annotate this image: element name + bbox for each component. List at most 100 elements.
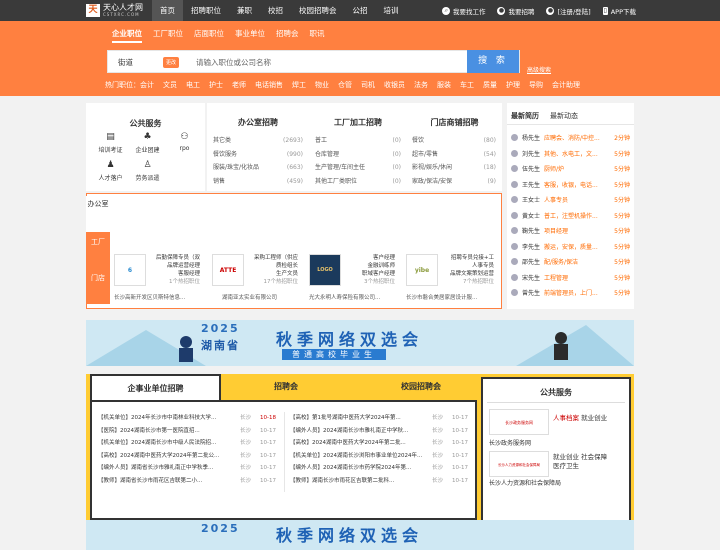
- tab-latest-resumes[interactable]: 最新简历: [511, 111, 539, 121]
- hot-item[interactable]: 车工: [460, 80, 474, 90]
- service-caption[interactable]: 长沙政务服务网: [489, 438, 531, 447]
- service-teambuild[interactable]: ♣ 企业团建: [129, 133, 166, 155]
- tab-company-jobs[interactable]: 企业职位: [112, 28, 142, 43]
- site-logo[interactable]: 天 天心人才网 CSTXRC.COM: [86, 3, 143, 18]
- hot-item[interactable]: 焊工: [292, 80, 306, 90]
- list-item[interactable]: 其它类 (2693): [213, 134, 303, 148]
- news-row[interactable]: 【医院】2024湖南长沙市第一医院直招... 长沙 10-17: [98, 425, 276, 438]
- hot-item[interactable]: 护士: [209, 80, 223, 90]
- nav-public[interactable]: 公招: [345, 0, 376, 21]
- tab-latest-news[interactable]: 最新动态: [550, 111, 578, 121]
- hire-link[interactable]: ● 我要招聘: [497, 6, 534, 16]
- list-item[interactable]: 服装/珠宝/化妆品 (663): [213, 161, 303, 175]
- resume-row[interactable]: 鞠先生 项目经理 5分钟: [511, 223, 630, 239]
- hot-item[interactable]: 服装: [437, 80, 451, 90]
- nav-home[interactable]: 首页: [152, 0, 183, 21]
- company-name[interactable]: 湖南亚太实业有限公司: [222, 293, 277, 301]
- list-item[interactable]: 普工 (0): [315, 134, 401, 148]
- login-link[interactable]: ● [注册/登陆]: [546, 6, 591, 16]
- list-item[interactable]: 影视/娱乐/休闲 (18): [412, 161, 496, 175]
- news-row[interactable]: 【机关单位】2024湖南长沙浏阳市事业单位2024年... 长沙 10-17: [290, 450, 468, 463]
- vtab-factory[interactable]: 工厂: [86, 232, 110, 268]
- resume-row[interactable]: 杨先生 应聘会、消防/中控... 2分钟: [511, 130, 630, 146]
- resume-row[interactable]: 王先生 客服，收银，电话... 5分钟: [511, 177, 630, 193]
- hot-item[interactable]: 收银员: [384, 80, 405, 90]
- resume-row[interactable]: 伍先生 厨师/炉 5分钟: [511, 161, 630, 177]
- company-jobs[interactable]: 客户经理 金融训练师 职域客户经理 3个热招职位: [335, 254, 395, 286]
- resume-row[interactable]: 王女士 人事专员 5分钟: [511, 192, 630, 208]
- company-jobs[interactable]: 采购工程师（供应 质检组长 生产文员 17个热招职位: [238, 254, 298, 286]
- news-row[interactable]: 【高校】2024湖南中医药大学2024年第二批公... 长沙 10-17: [98, 450, 276, 463]
- vtab-shop[interactable]: 门店: [86, 268, 110, 304]
- tab-public-unit-jobs[interactable]: 企事业单位招聘: [90, 374, 221, 400]
- hot-item[interactable]: 会计: [140, 80, 154, 90]
- service-logo[interactable]: 长沙人力资源和社会保障局: [489, 451, 549, 477]
- resume-row[interactable]: 黄女士 普工，注塑机操作... 5分钟: [511, 208, 630, 224]
- resume-row[interactable]: 邵先生 配/服务/保洁 5分钟: [511, 254, 630, 270]
- hot-item[interactable]: 会计助理: [552, 80, 580, 90]
- list-item[interactable]: 家政/保洁/安保 (9): [412, 175, 496, 189]
- hot-item[interactable]: 仓管: [338, 80, 352, 90]
- list-item[interactable]: 其他工厂类职位 (0): [315, 175, 401, 189]
- service-dispatch[interactable]: ♙ 劳务派遣: [129, 161, 166, 183]
- hot-item[interactable]: 电工: [186, 80, 200, 90]
- search-button[interactable]: 搜 索: [467, 50, 519, 73]
- hot-item[interactable]: 文员: [163, 80, 177, 90]
- service-rpo[interactable]: ⚇ rpo: [166, 133, 203, 154]
- hot-item[interactable]: 护理: [506, 80, 520, 90]
- hot-item[interactable]: 导购: [529, 80, 543, 90]
- list-item[interactable]: 销售 (459): [213, 175, 303, 189]
- news-row[interactable]: 【编外人员】2024湖南长沙市雅礼南正中学秋... 长沙 10-17: [290, 425, 468, 438]
- service-tag[interactable]: 就业创业: [553, 453, 579, 461]
- search-input[interactable]: 请输入职位或公司名称: [196, 57, 271, 68]
- news-row[interactable]: 【教师】湖南长沙市雨花区吉联第二批科... 长沙 10-17: [290, 475, 468, 488]
- company-name[interactable]: 长沙高新开发区贝斯特信息...: [114, 293, 185, 301]
- tab-shop-jobs[interactable]: 店面职位: [194, 28, 224, 43]
- tab-public-units[interactable]: 事业单位: [235, 28, 265, 43]
- list-item[interactable]: 餐饮服务 (990): [213, 148, 303, 162]
- service-tag[interactable]: 医疗卫生: [553, 462, 579, 470]
- service-logo[interactable]: 长沙政务服务网: [489, 409, 549, 435]
- company-jobs[interactable]: 后勤保障专员（双 品牌运营经理 客服经理 1个热招职位: [140, 254, 200, 286]
- hot-item[interactable]: 司机: [361, 80, 375, 90]
- news-row[interactable]: 【机关单位】2024年长沙市中南林业科技大学... 长沙 10-18: [98, 412, 276, 425]
- city-selector[interactable]: 街道: [118, 57, 133, 68]
- list-item[interactable]: 超市/零售 (54): [412, 148, 496, 162]
- find-job-link[interactable]: ⌕ 我要找工作: [441, 6, 485, 16]
- advanced-search-link[interactable]: 高级搜索: [527, 65, 551, 74]
- service-training[interactable]: ▤ 培训考证: [92, 133, 129, 155]
- hot-item[interactable]: 物业: [315, 80, 329, 90]
- resume-row[interactable]: 刘先生 其他、水电工，文... 5分钟: [511, 146, 630, 162]
- hot-item[interactable]: 质量: [483, 80, 497, 90]
- change-city-button[interactable]: 更改: [163, 57, 180, 68]
- resume-row[interactable]: 李先生 搬运，安保，质量... 5分钟: [511, 239, 630, 255]
- company-name[interactable]: 光大永明人寿保险有限公司...: [309, 293, 380, 301]
- tab-campus-fairs[interactable]: 校园招聘会: [366, 374, 476, 400]
- hot-item[interactable]: 法务: [414, 80, 428, 90]
- list-item[interactable]: 生产管理/车间主任 (0): [315, 161, 401, 175]
- app-download-link[interactable]: ▯ APP下载: [602, 6, 636, 16]
- nav-campus[interactable]: 校招: [260, 0, 291, 21]
- hot-item[interactable]: 电话销售: [255, 80, 283, 90]
- service-tag[interactable]: 社会保障: [581, 453, 607, 461]
- resume-row[interactable]: 曾先生 前端管理员，上门... 5分钟: [511, 285, 630, 301]
- nav-training[interactable]: 培训: [376, 0, 407, 21]
- service-settle[interactable]: ♟ 人才落户: [92, 161, 129, 183]
- service-tag[interactable]: 就业创业: [581, 414, 607, 422]
- job-fair-banner-2[interactable]: 2025 秋季网络双选会: [86, 520, 634, 550]
- company-jobs[interactable]: 招聘专员兑接+工 人事专员 品牌文案策划运营 7个热招职位: [432, 254, 494, 286]
- job-fair-banner[interactable]: 2025 湖南省 秋季网络双选会 普通高校毕业生: [86, 320, 634, 366]
- tab-job-fairs[interactable]: 招聘会: [236, 374, 336, 400]
- list-item[interactable]: 餐饮 (80): [412, 134, 496, 148]
- news-row[interactable]: 【编外人员】2024湖南长沙市药学院2024年第... 长沙 10-17: [290, 462, 468, 475]
- news-row[interactable]: 【机关单位】2024湖南长沙市中级人民法院招... 长沙 10-17: [98, 437, 276, 450]
- company-name[interactable]: 长沙市磐合美居家居设计服...: [406, 293, 477, 301]
- nav-parttime[interactable]: 兼职: [229, 0, 260, 21]
- tab-job-news[interactable]: 职讯: [310, 28, 325, 43]
- news-row[interactable]: 【编外人员】湖南省长沙市雅礼南正中学秋季... 长沙 10-17: [98, 462, 276, 475]
- vtab-office[interactable]: 办公室: [86, 196, 110, 232]
- news-row[interactable]: 【高校】第1批号湖南中医药大学2024年第... 长沙 10-17: [290, 412, 468, 425]
- service-caption[interactable]: 长沙人力资源和社会保障局: [489, 478, 561, 487]
- nav-campus-fair[interactable]: 校园招聘会: [291, 0, 345, 21]
- news-row[interactable]: 【高校】2024湖南中医药大学2024年第二批... 长沙 10-17: [290, 437, 468, 450]
